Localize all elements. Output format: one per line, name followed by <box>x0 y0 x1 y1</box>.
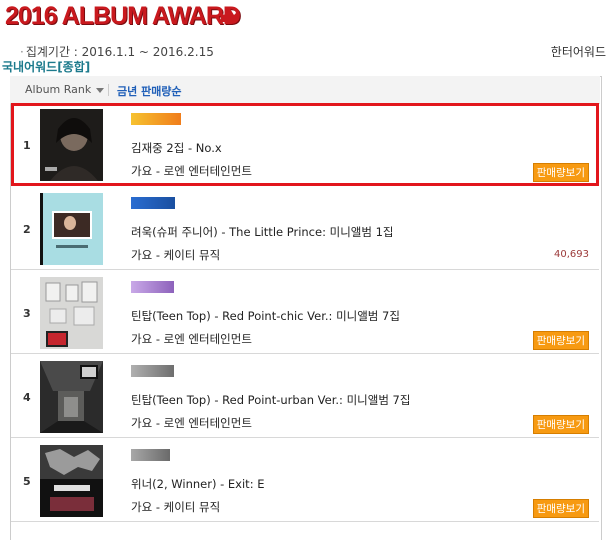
album-rank-label: Album Rank <box>25 83 92 96</box>
album-genre-label: 가요 - 로엔 엔터테인먼트 <box>131 332 252 346</box>
sales-bar <box>131 365 174 377</box>
album-row[interactable]: 4 틴탑(Teen Top) - Red Point-urban Ver.: 미… <box>11 355 599 438</box>
album-cover[interactable] <box>40 277 103 349</box>
sort-by-sales[interactable]: 금년 판매량순 <box>117 83 182 99</box>
album-row[interactable]: 1 김재중 2집 - No.x 가요 - 로엔 엔터테인먼트 판매량보기 <box>11 103 599 186</box>
rank-number: 5 <box>23 475 31 488</box>
hanteo-award-link[interactable]: 한터어워드 <box>551 43 606 60</box>
album-rank-dropdown[interactable]: Album Rank <box>25 83 105 96</box>
album-title[interactable]: 위너(2, Winner) - Exit: E <box>131 476 265 492</box>
tab-domestic-award-total[interactable]: 국내어워드[종합] <box>2 58 90 75</box>
view-sales-button[interactable]: 판매량보기 <box>532 331 589 350</box>
album-cover[interactable] <box>40 193 103 265</box>
rank-number: 2 <box>23 223 31 236</box>
album-genre-label: 가요 - 로엔 엔터테인먼트 <box>131 416 252 430</box>
album-genre-label: 가요 - 케이티 뮤직 <box>131 248 221 262</box>
album-cover[interactable] <box>40 361 103 433</box>
album-row[interactable]: 5 위너(2, Winner) - Exit: E 가요 - 케이티 뮤직 판매… <box>11 439 599 522</box>
album-genre-label: 가요 - 케이티 뮤직 <box>131 500 221 514</box>
sales-count: 40,693 <box>554 249 589 260</box>
view-sales-button[interactable]: 판매량보기 <box>532 499 589 518</box>
album-title[interactable]: 틴탑(Teen Top) - Red Point-chic Ver.: 미니앨범… <box>131 308 400 324</box>
rank-number: 1 <box>23 139 31 152</box>
rank-number: 3 <box>23 307 31 320</box>
album-genre-label: 가요 - 로엔 엔터테인먼트 <box>131 164 252 178</box>
view-sales-button[interactable]: 판매량보기 <box>532 163 589 182</box>
album-title[interactable]: 틴탑(Teen Top) - Red Point-urban Ver.: 미니앨… <box>131 392 410 408</box>
album-title[interactable]: 김재중 2집 - No.x <box>131 140 222 156</box>
sales-bar <box>131 197 175 209</box>
sort-bar: Album Rank 금년 판매량순 <box>10 76 600 104</box>
album-row[interactable]: 2 려욱(슈퍼 주니어) - The Little Prince: 미니앨범 1… <box>11 187 599 270</box>
divider <box>108 84 109 96</box>
album-title[interactable]: 려욱(슈퍼 주니어) - The Little Prince: 미니앨범 1집 <box>131 224 393 240</box>
period-text: 집계기간 : 2016.1.1 ~ 2016.2.15 <box>25 45 214 59</box>
sales-bar <box>131 449 170 461</box>
crown-icon <box>219 7 239 22</box>
sales-bar <box>131 281 174 293</box>
bullet: · <box>20 45 24 59</box>
sales-bar <box>131 113 181 125</box>
view-sales-button[interactable]: 판매량보기 <box>532 415 589 434</box>
album-cover[interactable] <box>40 445 103 517</box>
page-title: 2016 ALBUM AWARD <box>5 2 241 30</box>
rank-number: 4 <box>23 391 31 404</box>
album-cover[interactable] <box>40 109 103 181</box>
album-row[interactable]: 3 틴탑(Teen Top) - Red Point-chic Ver.: 미니… <box>11 271 599 354</box>
caret-down-icon <box>96 87 105 93</box>
